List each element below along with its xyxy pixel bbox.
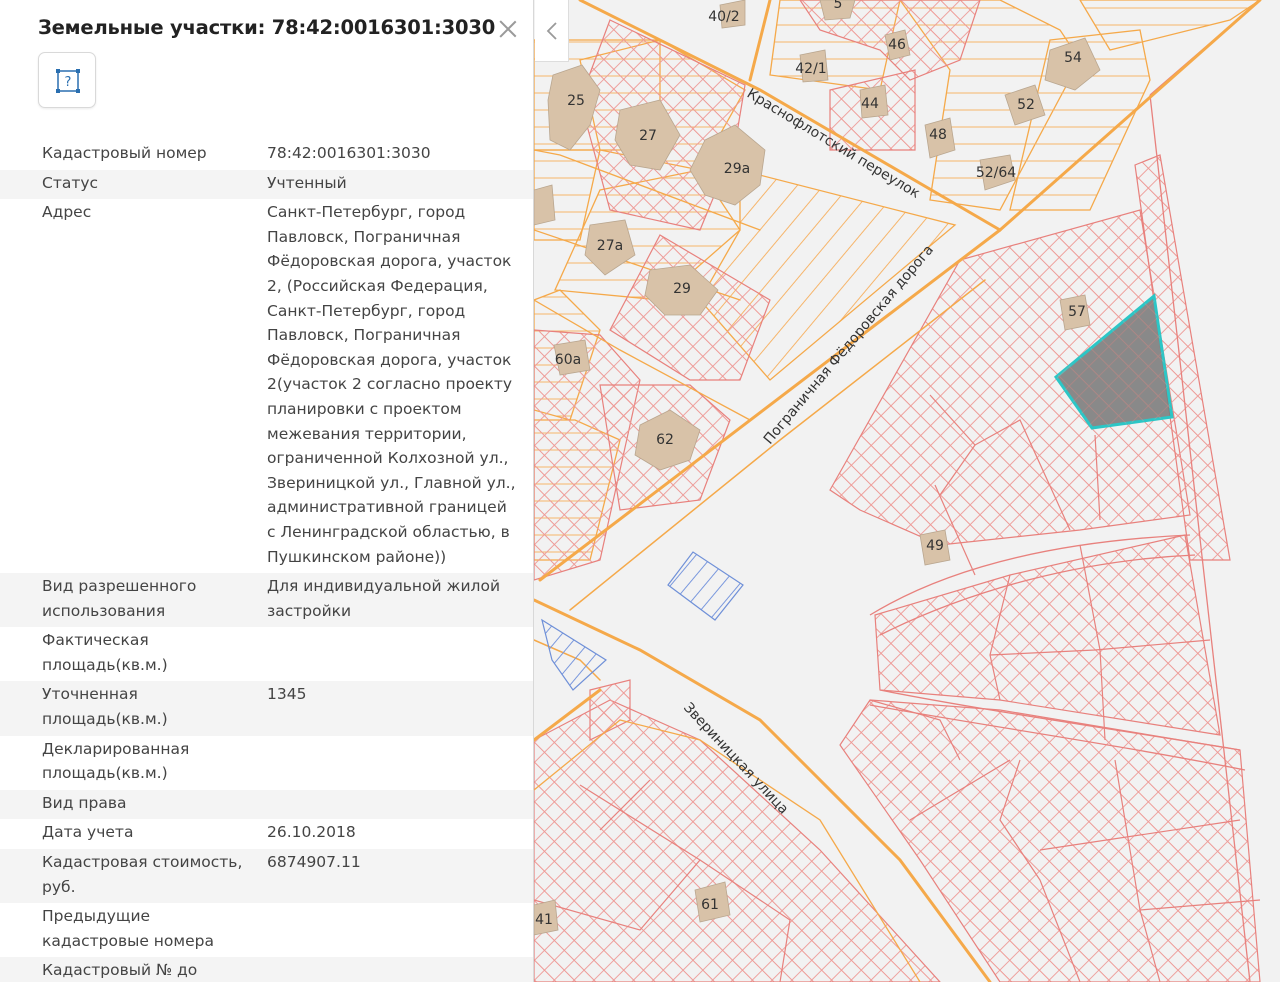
chevron-left-icon <box>546 22 557 40</box>
row-key: Адрес <box>42 203 92 222</box>
collapse-panel-button[interactable] <box>535 0 569 62</box>
row-value: Для индивидуальной жилой застройки <box>267 577 501 620</box>
parcel-label: 61 <box>701 897 719 913</box>
row-value <box>267 958 533 982</box>
panel-title: Земельные участки: 78:42:0016301:3030 <box>38 16 496 39</box>
row-key: Уточненная площадь(кв.м.) <box>42 685 168 729</box>
parcel-label: 27а <box>597 238 623 254</box>
table-row: Статус Учтенный <box>0 169 533 200</box>
cadastral-map[interactable]: 40/2 5 46 54 42/1 44 52 48 25 27 29а 52/… <box>534 0 1280 982</box>
row-value: Санкт-Петербург, город Павловск, Пограни… <box>267 203 516 566</box>
parcel-label: 41 <box>535 912 553 928</box>
parcel-label: 5 <box>834 0 843 12</box>
parcel-boundary-icon: ? <box>56 69 80 93</box>
parcel-label: 29а <box>724 161 750 177</box>
table-row: Кадастровый номер 78:42:0016301:3030 <box>0 140 533 170</box>
parcel-label: 52 <box>1017 97 1035 113</box>
parcel-label: 27 <box>639 128 657 144</box>
table-row: Декларированная площадь(кв.м.) <box>0 736 533 790</box>
info-panel: Земельные участки: 78:42:0016301:3030 ? … <box>0 0 534 982</box>
parcel-label: 46 <box>888 37 906 53</box>
table-row: Вид права <box>0 789 533 820</box>
parcel-label: 60а <box>555 352 581 368</box>
parcel-boundary-tool-button[interactable]: ? <box>38 52 96 108</box>
table-row: Дата учета 26.10.2018 <box>0 819 533 849</box>
parcel-label: 49 <box>926 538 944 554</box>
attribute-table: Кадастровый номер 78:42:0016301:3030 Ста… <box>0 140 533 982</box>
table-row: Адрес Санкт-Петербург, город Павловск, П… <box>0 199 533 573</box>
row-value <box>267 904 533 953</box>
row-value: 78:42:0016301:3030 <box>267 144 431 162</box>
table-row: Вид разрешенного использования Для индив… <box>0 573 533 628</box>
row-key: Дата учета <box>42 823 134 842</box>
row-value <box>267 628 533 677</box>
parcel-label: 40/2 <box>708 9 739 25</box>
row-key: Декларированная площадь(кв.м.) <box>42 739 190 783</box>
map-canvas[interactable]: 40/2 5 46 54 42/1 44 52 48 25 27 29а 52/… <box>534 0 1280 982</box>
parcel-label: 62 <box>656 432 674 448</box>
parcel-label: 44 <box>861 96 879 112</box>
table-row: Предыдущие кадастровые номера <box>0 903 533 957</box>
table-row: Фактическая площадь(кв.м.) <box>0 627 533 681</box>
parcel-label: 25 <box>567 93 585 109</box>
parcel-label: 52/64 <box>976 165 1016 181</box>
row-value <box>267 737 533 786</box>
parcel-label: 48 <box>929 127 947 143</box>
row-value: 26.10.2018 <box>267 823 356 842</box>
row-key: Вид права <box>42 793 127 812</box>
table-row: Кадастровая стоимость, руб. 6874907.11 <box>0 849 533 904</box>
row-key: Кадастровая стоимость, руб. <box>42 853 243 896</box>
parcel-label: 29 <box>673 281 691 297</box>
parcel-label: 42/1 <box>795 61 826 77</box>
row-key: Статус <box>42 173 99 192</box>
row-value: 6874907.11 <box>267 853 361 872</box>
row-value: 1345 <box>267 685 307 704</box>
row-key: Кадастровый № до <box>42 961 198 980</box>
svg-text:?: ? <box>65 75 72 90</box>
table-row: Уточненная площадь(кв.м.) 1345 <box>0 681 533 736</box>
row-key: Вид разрешенного использования <box>42 577 197 620</box>
row-key: Предыдущие кадастровые номера <box>42 907 214 950</box>
parcel-label: 57 <box>1068 304 1086 320</box>
table-row: Кадастровый № до <box>0 957 533 982</box>
row-key: Кадастровый номер <box>42 144 207 162</box>
row-key: Фактическая площадь(кв.м.) <box>42 631 168 674</box>
parcel-label: 54 <box>1064 50 1082 66</box>
row-value: Учтенный <box>267 173 347 192</box>
row-value <box>267 791 533 816</box>
close-icon[interactable] <box>495 16 521 42</box>
